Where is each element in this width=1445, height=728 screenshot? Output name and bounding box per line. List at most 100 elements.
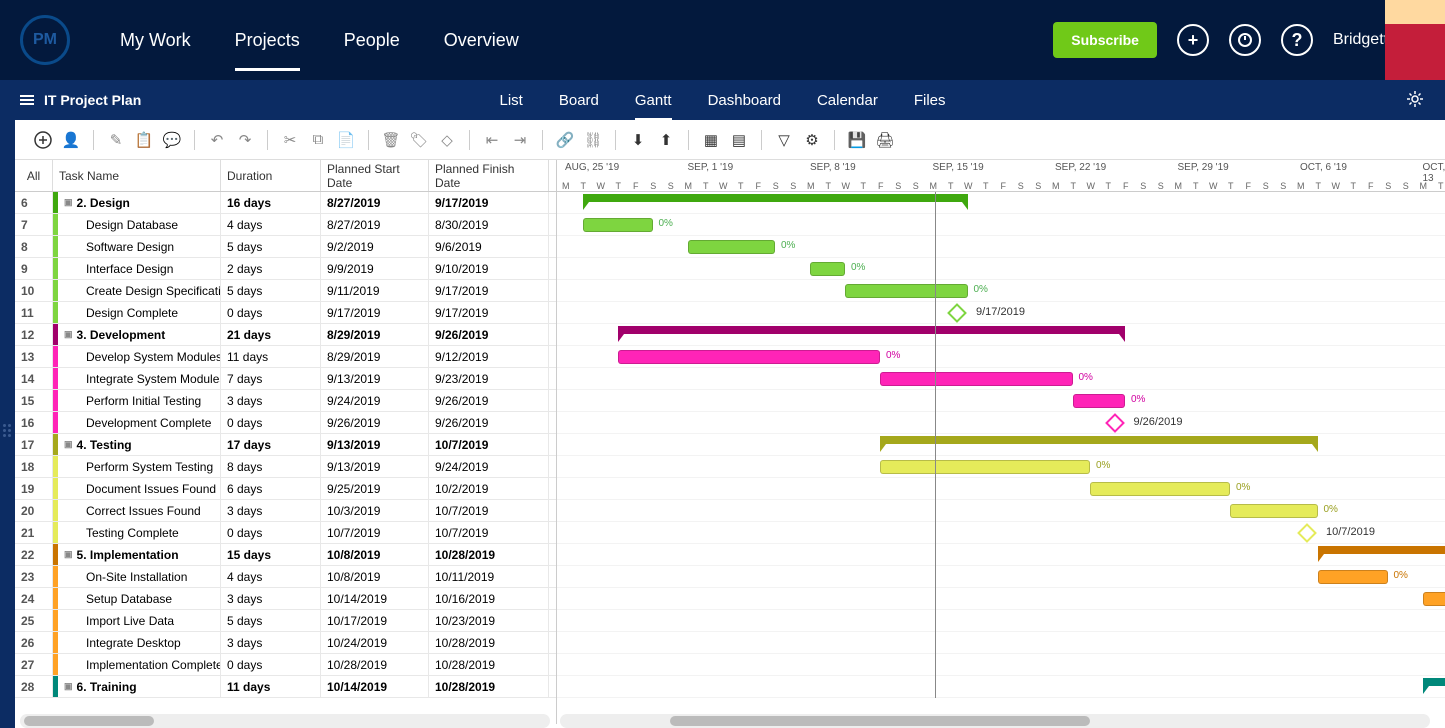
tab-board[interactable]: Board: [559, 82, 599, 119]
task-finish[interactable]: 9/23/2019: [429, 368, 549, 389]
task-start[interactable]: 8/27/2019: [321, 214, 429, 235]
task-finish[interactable]: 10/28/2019: [429, 676, 549, 697]
task-name[interactable]: Development Complete: [58, 412, 221, 433]
table-row[interactable]: 23On-Site Installation4 days10/8/201910/…: [15, 566, 556, 588]
task-duration[interactable]: 3 days: [221, 500, 321, 521]
task-name[interactable]: ▣5. Implementation: [58, 544, 221, 565]
summary-bar[interactable]: [1423, 678, 1445, 686]
task-duration[interactable]: 0 days: [221, 654, 321, 675]
indent-icon[interactable]: ⇥: [508, 128, 532, 152]
add-icon[interactable]: +: [1177, 24, 1209, 56]
save-icon[interactable]: 💾: [845, 128, 869, 152]
table-row[interactable]: 6▣2. Design16 days8/27/20199/17/2019: [15, 192, 556, 214]
edit-icon[interactable]: ✎: [104, 128, 128, 152]
task-start[interactable]: 9/13/2019: [321, 456, 429, 477]
task-duration[interactable]: 16 days: [221, 192, 321, 213]
task-name[interactable]: Integrate System Modules: [58, 368, 221, 389]
task-finish[interactable]: 9/6/2019: [429, 236, 549, 257]
table-row[interactable]: 9Interface Design2 days9/9/20199/10/2019: [15, 258, 556, 280]
user-icon[interactable]: 👤: [59, 128, 83, 152]
tag-icon[interactable]: 🏷: [407, 128, 431, 152]
gear-icon[interactable]: ⚙: [800, 128, 824, 152]
task-start[interactable]: 10/14/2019: [321, 588, 429, 609]
task-finish[interactable]: 9/17/2019: [429, 302, 549, 323]
task-bar[interactable]: [618, 350, 881, 364]
task-finish[interactable]: 10/28/2019: [429, 632, 549, 653]
task-start[interactable]: 9/9/2019: [321, 258, 429, 279]
task-start[interactable]: 10/8/2019: [321, 566, 429, 587]
task-bar[interactable]: [1073, 394, 1126, 408]
task-finish[interactable]: 8/30/2019: [429, 214, 549, 235]
task-finish[interactable]: 10/7/2019: [429, 500, 549, 521]
tab-dashboard[interactable]: Dashboard: [708, 82, 781, 119]
tab-list[interactable]: List: [500, 82, 523, 119]
clipboard-icon[interactable]: 📋: [132, 128, 156, 152]
export-icon[interactable]: ⬆: [654, 128, 678, 152]
import-icon[interactable]: ⬇: [626, 128, 650, 152]
task-bar[interactable]: [583, 218, 653, 232]
add-task-icon[interactable]: [31, 128, 55, 152]
task-name[interactable]: On-Site Installation: [58, 566, 221, 587]
filter-icon[interactable]: ▽: [772, 128, 796, 152]
table-row[interactable]: 11Design Complete0 days9/17/20199/17/201…: [15, 302, 556, 324]
sidebar-rail[interactable]: [0, 120, 15, 728]
table-row[interactable]: 25Import Live Data5 days10/17/201910/23/…: [15, 610, 556, 632]
task-start[interactable]: 8/29/2019: [321, 324, 429, 345]
delete-icon[interactable]: 🗑: [379, 128, 403, 152]
task-finish[interactable]: 10/16/2019: [429, 588, 549, 609]
task-finish[interactable]: 9/10/2019: [429, 258, 549, 279]
task-start[interactable]: 8/27/2019: [321, 192, 429, 213]
task-name[interactable]: Develop System Modules: [58, 346, 221, 367]
task-name[interactable]: Import Live Data: [58, 610, 221, 631]
table-row[interactable]: 20Correct Issues Found3 days10/3/201910/…: [15, 500, 556, 522]
grid-icon[interactable]: ▤: [727, 128, 751, 152]
paste-icon[interactable]: 📄: [334, 128, 358, 152]
redo-icon[interactable]: ↷: [233, 128, 257, 152]
task-finish[interactable]: 10/11/2019: [429, 566, 549, 587]
task-duration[interactable]: 11 days: [221, 346, 321, 367]
table-row[interactable]: 10Create Design Specification5 days9/11/…: [15, 280, 556, 302]
task-finish[interactable]: 9/26/2019: [429, 390, 549, 411]
table-row[interactable]: 19Document Issues Found6 days9/25/201910…: [15, 478, 556, 500]
task-duration[interactable]: 4 days: [221, 566, 321, 587]
comment-icon[interactable]: 💬: [160, 128, 184, 152]
task-name[interactable]: Interface Design: [58, 258, 221, 279]
table-row[interactable]: 28▣6. Training11 days10/14/201910/28/201…: [15, 676, 556, 698]
task-bar[interactable]: [810, 262, 845, 276]
col-all[interactable]: All: [15, 160, 53, 191]
nav-projects[interactable]: Projects: [235, 2, 300, 79]
task-start[interactable]: 9/2/2019: [321, 236, 429, 257]
task-name[interactable]: Create Design Specification: [58, 280, 221, 301]
task-bar[interactable]: [1230, 504, 1318, 518]
tab-calendar[interactable]: Calendar: [817, 82, 878, 119]
avatar[interactable]: [1385, 0, 1445, 80]
task-bar[interactable]: [1423, 592, 1445, 606]
table-row[interactable]: 22▣5. Implementation15 days10/8/201910/2…: [15, 544, 556, 566]
task-start[interactable]: 9/13/2019: [321, 434, 429, 455]
task-duration[interactable]: 5 days: [221, 610, 321, 631]
task-name[interactable]: ▣4. Testing: [58, 434, 221, 455]
task-start[interactable]: 10/8/2019: [321, 544, 429, 565]
task-bar[interactable]: [1090, 482, 1230, 496]
task-start[interactable]: 9/24/2019: [321, 390, 429, 411]
table-row[interactable]: 26Integrate Desktop3 days10/24/201910/28…: [15, 632, 556, 654]
task-finish[interactable]: 10/28/2019: [429, 544, 549, 565]
task-finish[interactable]: 10/28/2019: [429, 654, 549, 675]
task-finish[interactable]: 9/12/2019: [429, 346, 549, 367]
col-start[interactable]: Planned Start Date: [321, 160, 429, 191]
unlink-icon[interactable]: ⛓: [581, 128, 605, 152]
task-name[interactable]: Implementation Complete: [58, 654, 221, 675]
task-finish[interactable]: 9/24/2019: [429, 456, 549, 477]
undo-icon[interactable]: ↶: [205, 128, 229, 152]
h-scroll-left[interactable]: [20, 714, 550, 728]
milestone-icon[interactable]: [947, 303, 967, 323]
task-duration[interactable]: 3 days: [221, 632, 321, 653]
table-row[interactable]: 21Testing Complete0 days10/7/201910/7/20…: [15, 522, 556, 544]
milestone-icon[interactable]: [1105, 413, 1125, 433]
task-finish[interactable]: 10/2/2019: [429, 478, 549, 499]
task-bar[interactable]: [880, 372, 1073, 386]
table-row[interactable]: 17▣4. Testing17 days9/13/201910/7/2019: [15, 434, 556, 456]
milestone-icon[interactable]: [1297, 523, 1317, 543]
summary-bar[interactable]: [583, 194, 968, 202]
task-name[interactable]: Document Issues Found: [58, 478, 221, 499]
